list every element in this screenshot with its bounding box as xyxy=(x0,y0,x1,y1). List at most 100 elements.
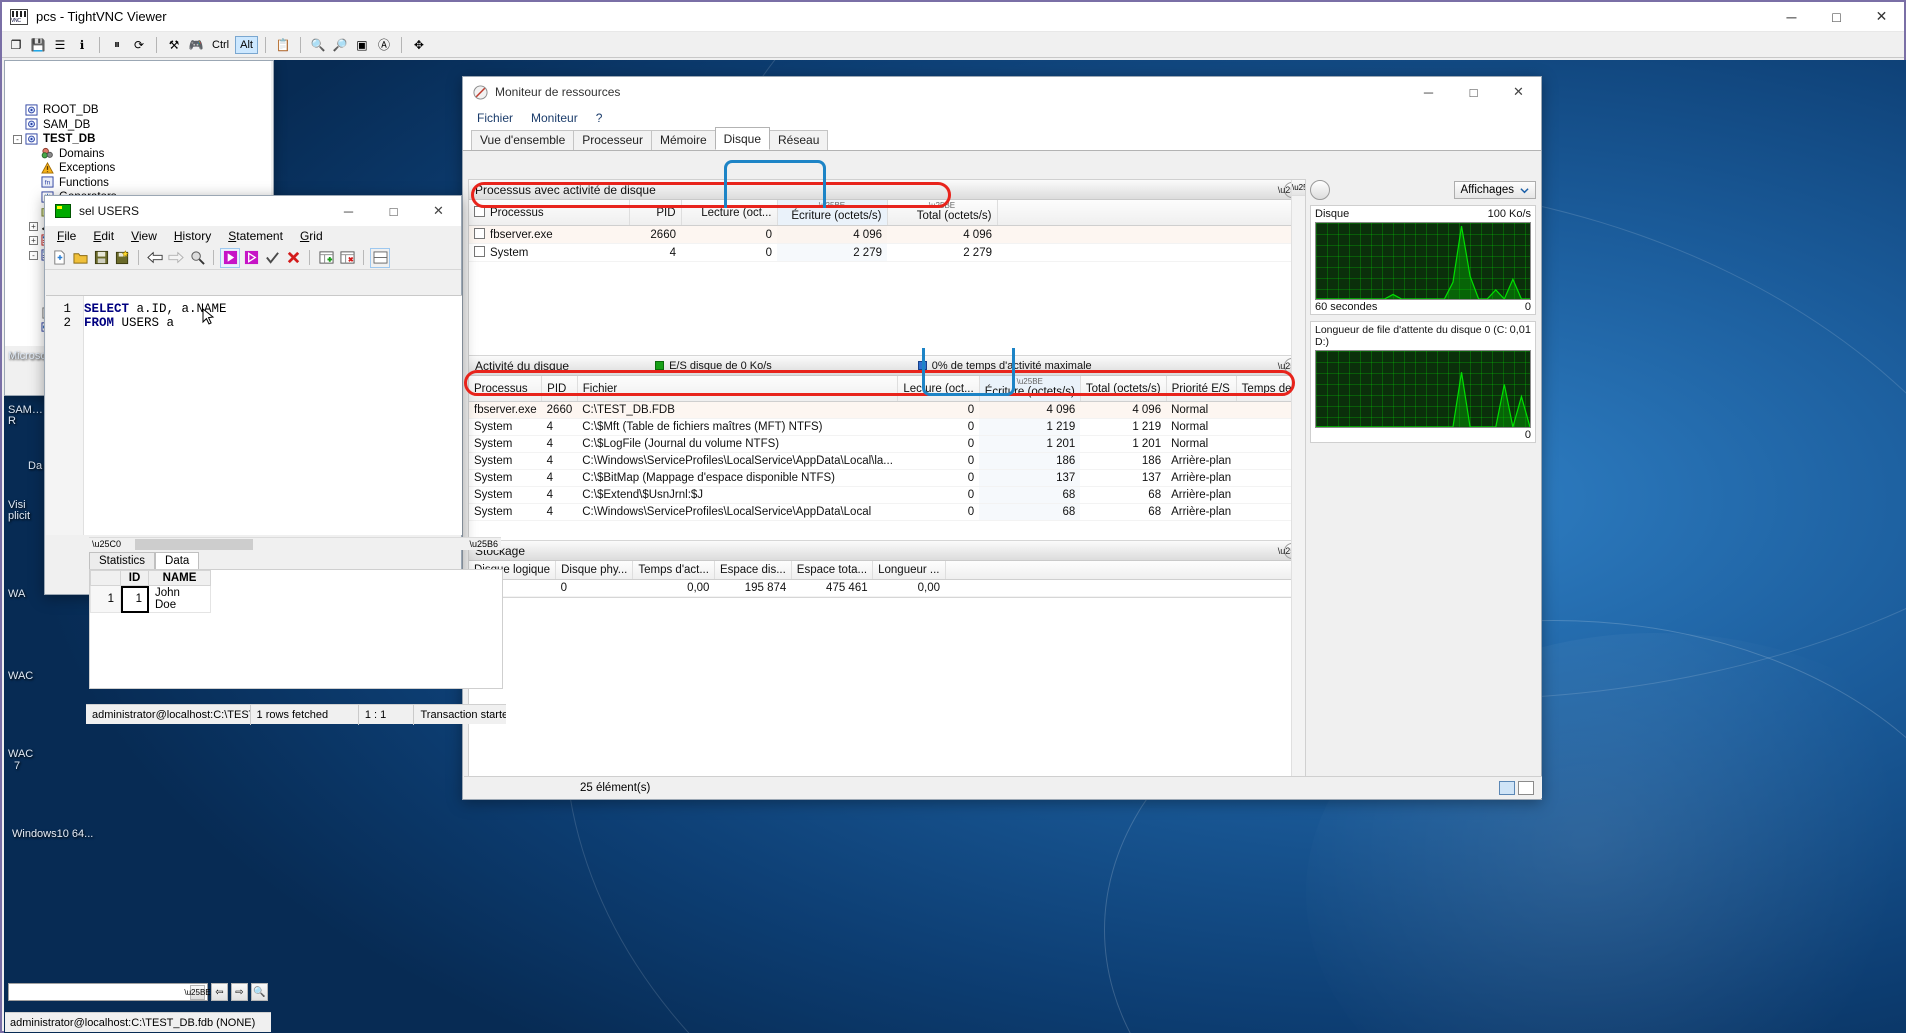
view-tiles-icon[interactable] xyxy=(1518,780,1534,795)
th-act-lecture[interactable]: Lecture (oct... xyxy=(897,376,980,402)
tab-vue-d-ensemble[interactable]: Vue d'ensemble xyxy=(471,130,575,150)
find-icon[interactable] xyxy=(188,249,206,267)
th-act-total[interactable]: Total (octets/s) xyxy=(1080,376,1167,402)
vnc-close-button[interactable]: ✕ xyxy=(1859,2,1904,32)
sql-code-editor[interactable]: 1 SELECT a.ID, a.NAME 2 FROM USERS a xyxy=(46,295,462,535)
tree-expander-icon[interactable]: + xyxy=(29,221,38,231)
new-connection-icon[interactable]: ❐ xyxy=(6,35,26,55)
vnc-minimize-button[interactable]: ─ xyxy=(1769,2,1814,32)
affichages-button[interactable]: Affichages xyxy=(1453,181,1536,199)
th-id[interactable]: ID xyxy=(120,570,149,586)
tree-item-exceptions[interactable]: Exceptions xyxy=(5,161,271,176)
open-script-icon[interactable] xyxy=(71,249,89,267)
sql-maximize-button[interactable]: □ xyxy=(371,196,416,226)
th-longueur-file[interactable]: Longueur ... xyxy=(872,561,946,580)
save-script-icon[interactable] xyxy=(92,249,110,267)
table-row[interactable]: 1 1 John Doe xyxy=(90,585,211,613)
menu-help[interactable]: ? xyxy=(596,111,603,125)
grid-add-icon[interactable] xyxy=(317,249,335,267)
save-session-icon[interactable]: 💾 xyxy=(28,35,48,55)
connection-options-icon[interactable]: ☰ xyxy=(50,35,70,55)
execute-statement-icon[interactable] xyxy=(220,247,240,268)
table-row[interactable]: System 4 C:\Windows\ServiceProfiles\LocalS… xyxy=(469,452,1305,470)
nav-forward-button[interactable]: ⇨ xyxy=(231,983,248,1001)
tree-item-domains[interactable]: Domains xyxy=(5,147,271,162)
th-espace-disponible[interactable]: Espace dis... xyxy=(714,561,792,580)
th-temps-activite[interactable]: Temps d'act... xyxy=(632,561,715,580)
row-checkbox[interactable] xyxy=(474,246,485,257)
grid-delete-icon[interactable] xyxy=(338,249,356,267)
chevron-down-icon[interactable]: \u25BE xyxy=(184,984,211,1000)
tab-memoire[interactable]: Mémoire xyxy=(650,130,716,150)
fullscreen-icon[interactable]: ✥ xyxy=(409,35,429,55)
resmon-maximize-button[interactable]: □ xyxy=(1451,77,1496,107)
table-row[interactable]: fbserver.exe 2660 0 4 096 4 096 xyxy=(469,225,1305,244)
clipboard-icon[interactable]: 📋 xyxy=(273,35,293,55)
tab-data[interactable]: Data xyxy=(155,552,200,570)
zoom-in-icon[interactable]: 🔍 xyxy=(308,35,328,55)
menu-view[interactable]: View xyxy=(131,229,157,243)
select-all-checkbox[interactable] xyxy=(474,206,485,217)
scroll-left-arrow-icon[interactable]: \u25C0 xyxy=(89,539,121,549)
table-row[interactable]: System 4 C:\$LogFile (Journal du volume NT… xyxy=(469,435,1305,453)
tree-item-functions[interactable]: fn Functions xyxy=(5,176,271,191)
th-act-processus[interactable]: Processus xyxy=(469,376,543,402)
table-row[interactable]: System 4 C:\$BitMap (Mappage d'espace disp… xyxy=(469,469,1305,487)
table-row[interactable]: System 4 C:\$Mft (Table de fichiers maître… xyxy=(469,418,1305,436)
tree-item-sam-db[interactable]: SAM_DB xyxy=(5,118,271,133)
zoom-100-icon[interactable]: ▣ xyxy=(352,35,372,55)
th-act-ecriture[interactable]: \u25BE Écriture (octets/s) xyxy=(979,376,1081,402)
nav-search-button[interactable]: 🔍 xyxy=(251,983,268,1001)
resmon-close-button[interactable]: ✕ xyxy=(1496,77,1541,107)
menu-edit[interactable]: Edit xyxy=(93,229,114,243)
history-back-icon[interactable] xyxy=(146,249,164,267)
ctrl-key-button[interactable]: Ctrl xyxy=(208,37,233,53)
th-disque-physique[interactable]: Disque phy... xyxy=(555,561,634,580)
table-row[interactable]: System 4 C:\$Extend\$UsnJrnl:$J 0 68 68 Arrièr… xyxy=(469,486,1305,504)
sql-minimize-button[interactable]: ─ xyxy=(326,196,371,226)
execute-script-icon[interactable] xyxy=(242,249,260,267)
th-espace-total[interactable]: Espace tota... xyxy=(791,561,874,580)
tree-expander-icon[interactable]: - xyxy=(29,250,38,260)
row-checkbox[interactable] xyxy=(474,228,485,239)
cell-id[interactable]: 1 xyxy=(120,585,149,613)
tree-item-root-db[interactable]: ROOT_DB xyxy=(5,103,271,118)
tree-expander-icon[interactable]: - xyxy=(13,134,22,144)
table-row[interactable]: System 4 C:\Windows\ServiceProfiles\LocalS… xyxy=(469,503,1305,521)
tab-statistics[interactable]: Statistics xyxy=(89,552,156,570)
result-grid[interactable]: ID NAME 1 1 John Doe xyxy=(89,569,503,689)
scroll-up-arrow-icon[interactable]: \u25B2 xyxy=(1292,180,1305,196)
toggle-panel-icon[interactable] xyxy=(370,247,390,268)
view-details-icon[interactable] xyxy=(1499,780,1515,795)
chevron-right-icon[interactable]: chevron-right-icon xyxy=(1310,180,1330,200)
th-ecriture[interactable]: \u25BE Écriture (octets/s) xyxy=(777,200,888,226)
th-pid[interactable]: PID xyxy=(629,200,682,226)
connection-info-icon[interactable]: ℹ xyxy=(72,35,92,55)
tree-item-test-db[interactable]: - TEST_DB xyxy=(5,132,271,147)
menu-history[interactable]: History xyxy=(174,229,211,243)
rollback-icon[interactable] xyxy=(284,249,302,267)
menu-grid[interactable]: Grid xyxy=(300,229,323,243)
th-act-pid[interactable]: PID xyxy=(541,376,578,402)
tab-processeur[interactable]: Processeur xyxy=(573,130,652,150)
th-name[interactable]: NAME xyxy=(148,570,211,586)
table-row[interactable]: System 4 0 2 279 2 279 xyxy=(469,243,1305,262)
menu-statement[interactable]: Statement xyxy=(228,229,283,243)
sql-editor-horizontal-scrollbar[interactable]: \u25C0 \u25B6 xyxy=(89,537,501,550)
send-ctrl-alt-del-icon[interactable]: ⚒ xyxy=(164,35,184,55)
vnc-maximize-button[interactable]: □ xyxy=(1814,2,1859,32)
tree-expander-icon[interactable]: + xyxy=(29,236,38,246)
content-vertical-scrollbar[interactable]: \u25B2 \u25BC xyxy=(1291,180,1305,793)
th-total[interactable]: \u25BE Total (octets/s) xyxy=(887,200,998,226)
tab-reseau[interactable]: Réseau xyxy=(769,130,829,150)
new-script-icon[interactable] xyxy=(50,249,68,267)
refresh-icon[interactable]: ⟳ xyxy=(129,35,149,55)
cell-name[interactable]: John Doe xyxy=(148,585,211,613)
resmon-minimize-button[interactable]: ─ xyxy=(1406,77,1451,107)
zoom-out-icon[interactable]: 🔎 xyxy=(330,35,350,55)
tab-disque[interactable]: Disque xyxy=(714,127,770,150)
history-forward-icon[interactable] xyxy=(167,249,185,267)
zoom-auto-icon[interactable]: Ⓐ xyxy=(374,35,394,55)
th-act-priorite[interactable]: Priorité E/S xyxy=(1166,376,1237,402)
nav-back-button[interactable]: ⇦ xyxy=(211,983,228,1001)
